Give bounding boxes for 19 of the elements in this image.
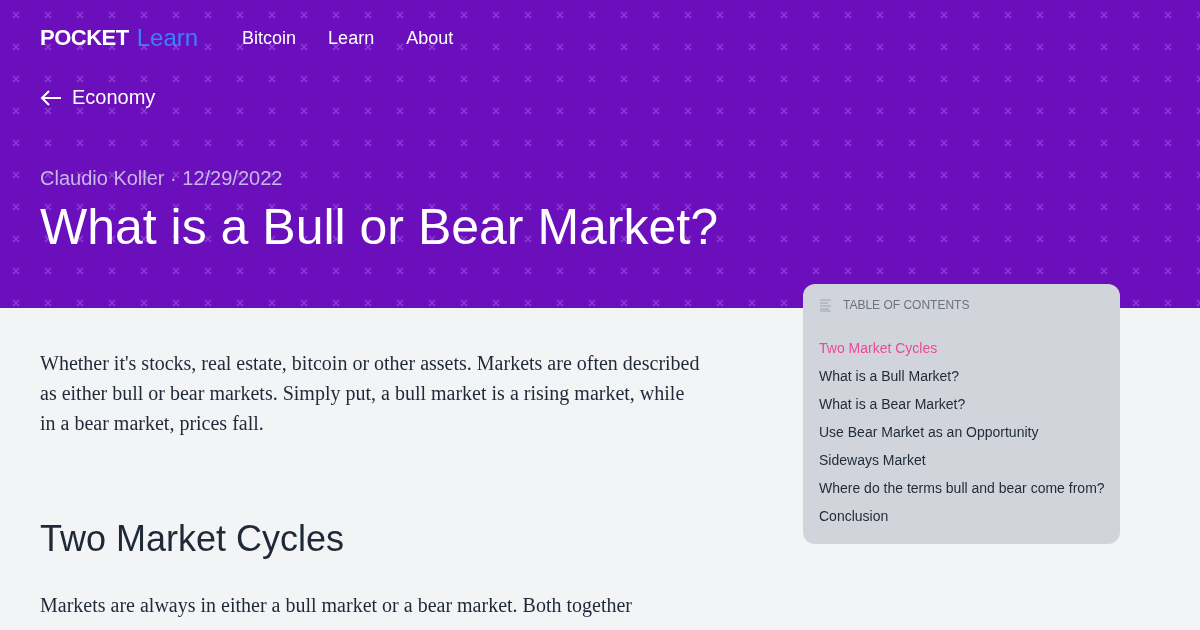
nav-link[interactable]: Learn <box>328 27 375 49</box>
section-heading: Two Market Cycles <box>40 518 346 560</box>
toc-link[interactable]: Conclusion <box>819 502 1104 530</box>
toc-heading: TABLE OF CONTENTS <box>843 298 970 312</box>
toc-link[interactable]: What is a Bear Market? <box>819 390 1104 418</box>
paragraph: Whether it's stocks, real estate, bitcoin or other assets. Markets are often described as either bull or bear markets. Simply put, a bull market is a rising market, while in a bear market, prices fall. <box>40 351 700 437</box>
logo[interactable]: POCKET <box>40 25 129 51</box>
toc-link[interactable]: Use Bear Market as an Opportunity <box>819 418 1104 446</box>
article-title: What is a Bull or Bear Market? <box>40 197 720 256</box>
nav-link[interactable]: About <box>406 27 454 49</box>
back-link[interactable]: Economy <box>40 86 156 109</box>
list-icon <box>819 298 833 312</box>
arrow-left-icon <box>40 88 62 107</box>
byline: Claudio Koller · 12/29/2022 <box>40 166 284 190</box>
paragraph: Markets are always in either a bull market or a bear market. Both together <box>40 593 633 619</box>
nav-link[interactable]: Bitcoin <box>242 27 297 49</box>
toc-link[interactable]: Where do the terms bull and bear come from? <box>819 474 1104 502</box>
toc-link[interactable]: Sideways Market <box>819 446 1104 474</box>
toc-link[interactable]: What is a Bull Market? <box>819 362 1104 390</box>
